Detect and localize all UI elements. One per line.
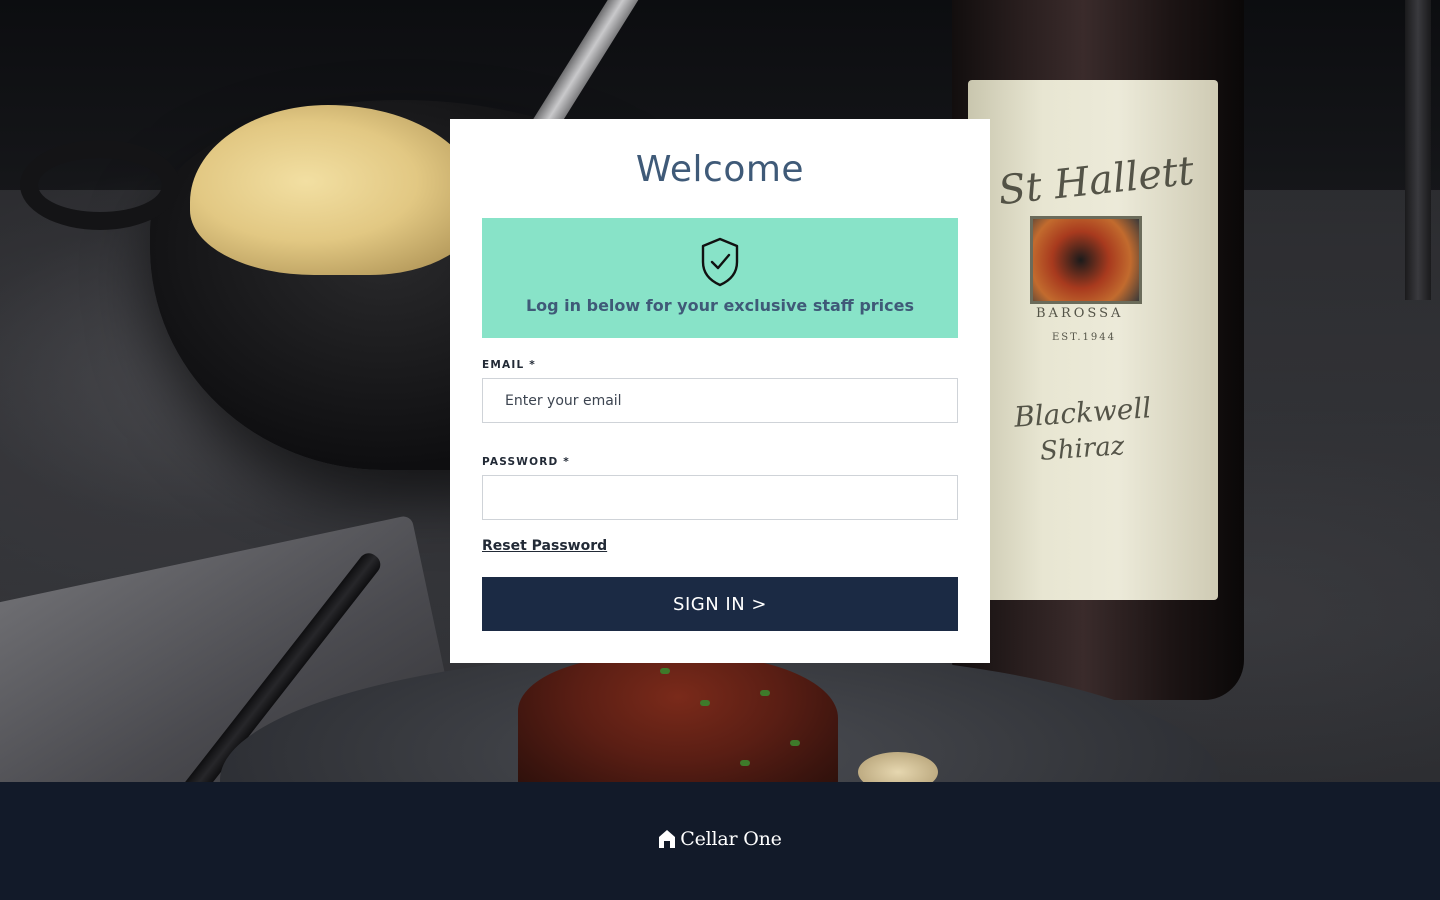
email-field[interactable] bbox=[482, 378, 958, 423]
footer: Cellar One bbox=[0, 782, 1440, 900]
brand-logo[interactable]: Cellar One bbox=[0, 828, 1440, 850]
braised-beef bbox=[518, 655, 838, 782]
wine-label-variety-1: Blackwell bbox=[1013, 391, 1153, 434]
sign-in-button[interactable]: SIGN IN > bbox=[482, 577, 958, 631]
pot-handle bbox=[20, 140, 180, 230]
password-field[interactable] bbox=[482, 475, 958, 520]
herb-garnish bbox=[660, 668, 670, 674]
reset-password-link[interactable]: Reset Password bbox=[482, 538, 607, 554]
login-card: Welcome Log in below for your exclusive … bbox=[450, 119, 990, 663]
email-label: EMAIL * bbox=[482, 359, 536, 371]
wine-label-variety-2: Shiraz bbox=[1039, 431, 1126, 467]
herb-garnish bbox=[700, 700, 710, 706]
wine-label-est: EST.1944 bbox=[1052, 332, 1116, 343]
wine-label: St Hallett BAROSSA EST.1944 Blackwell Sh… bbox=[968, 80, 1218, 600]
brand-name: Cellar One bbox=[680, 828, 782, 850]
wine-label-title: St Hallett bbox=[996, 147, 1197, 215]
notice-text: Log in below for your exclusive staff pr… bbox=[525, 296, 915, 315]
staff-prices-notice: Log in below for your exclusive staff pr… bbox=[482, 218, 958, 338]
password-label: PASSWORD * bbox=[482, 456, 570, 468]
house-icon bbox=[659, 830, 676, 848]
herb-garnish bbox=[760, 690, 770, 696]
shield-check-icon bbox=[701, 237, 739, 287]
wine-label-region: BAROSSA bbox=[1036, 306, 1124, 321]
page-title: Welcome bbox=[635, 149, 805, 190]
glass-stem bbox=[1405, 0, 1431, 300]
herb-garnish bbox=[790, 740, 800, 746]
herb-garnish bbox=[740, 760, 750, 766]
wine-label-emblem bbox=[1030, 216, 1142, 304]
